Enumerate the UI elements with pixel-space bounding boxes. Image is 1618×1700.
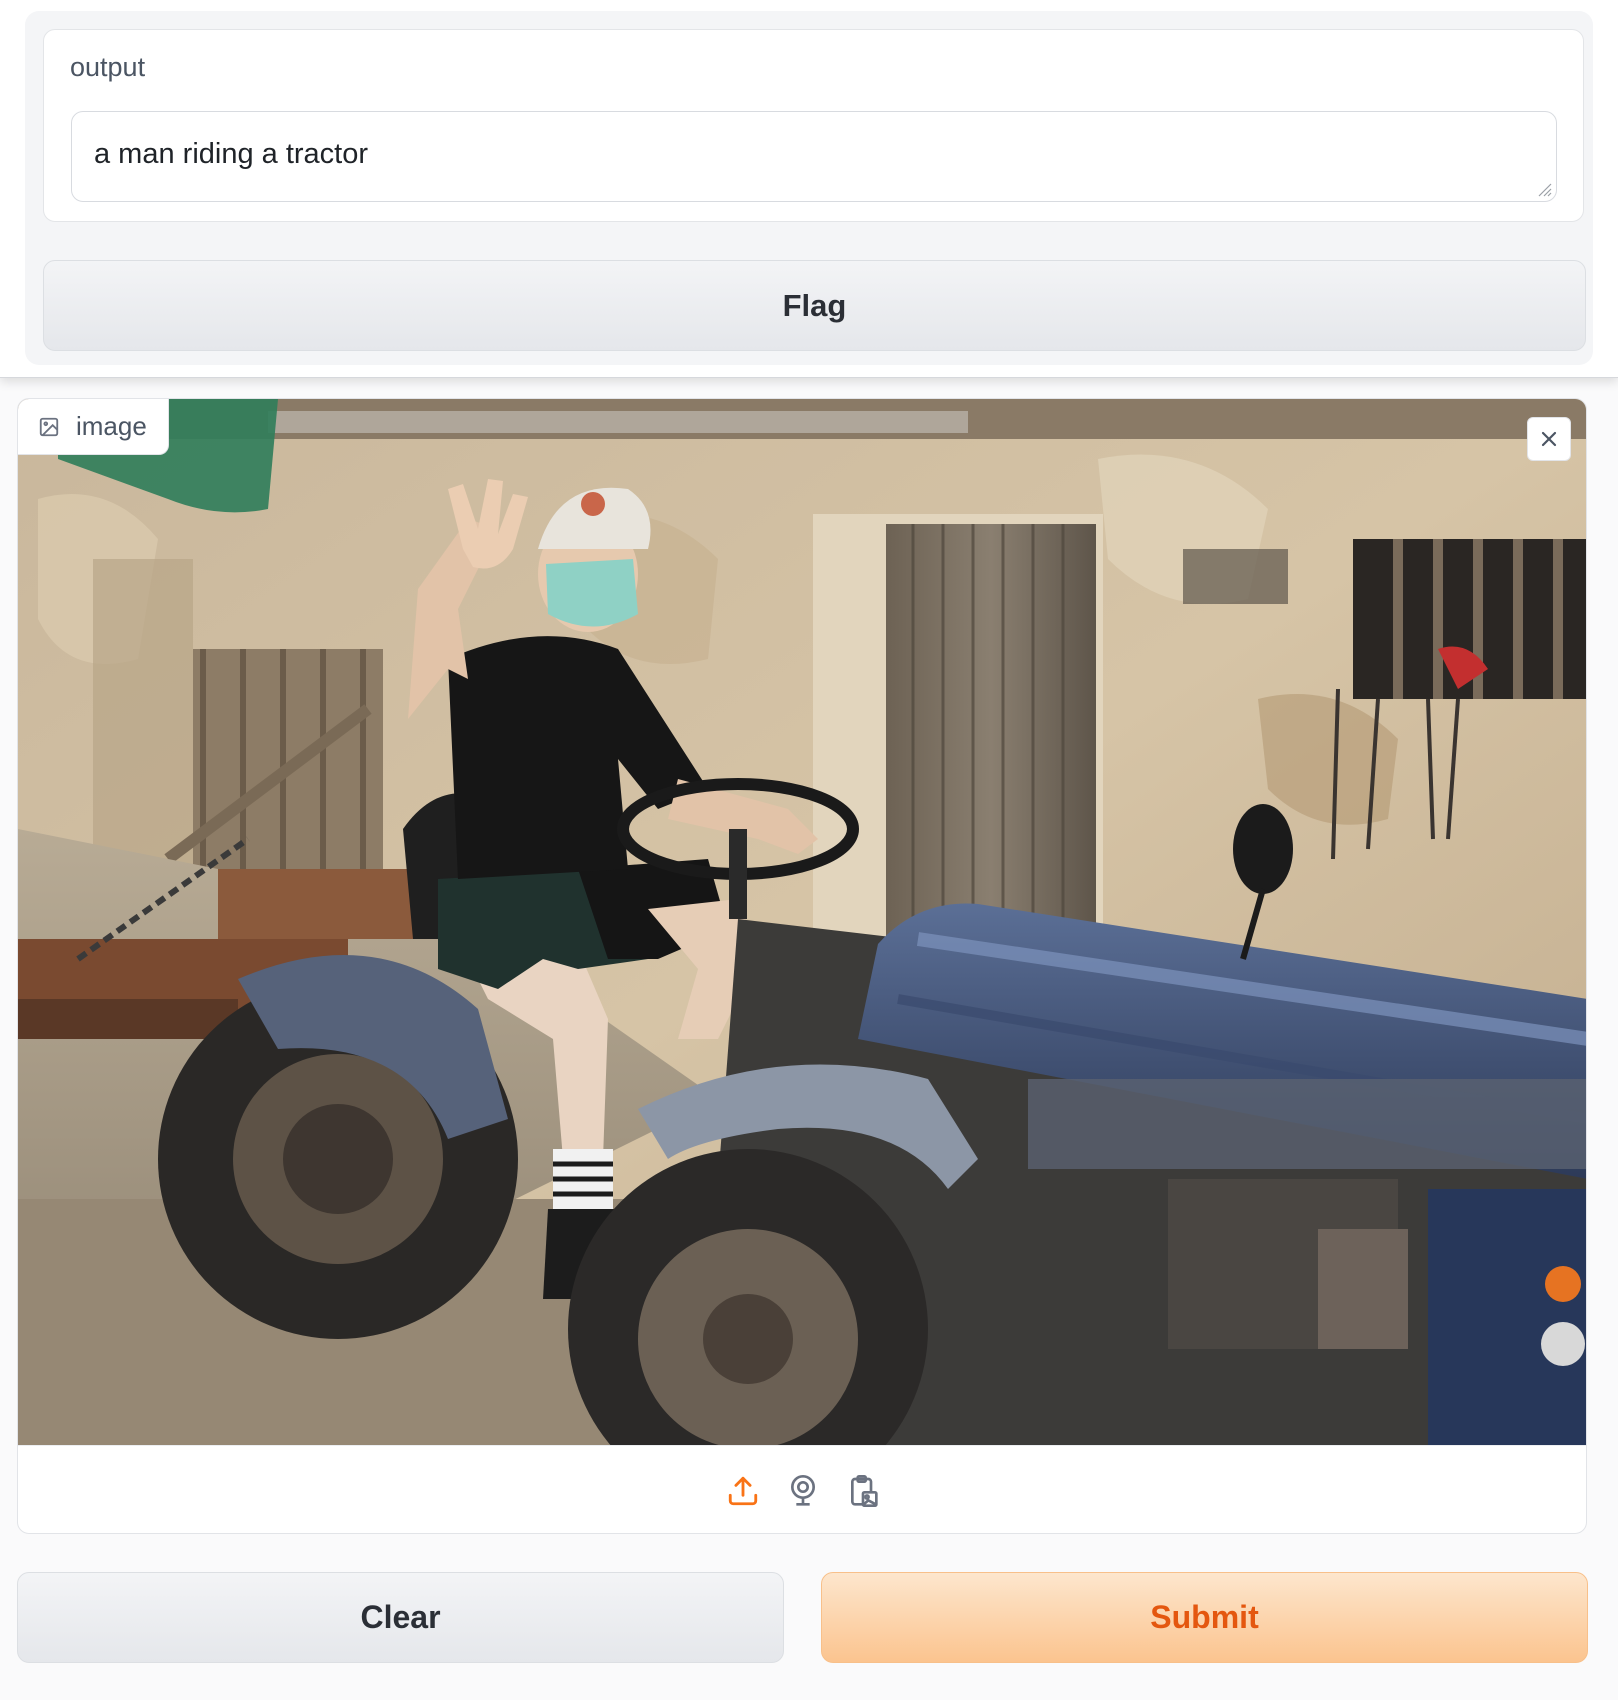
output-text: a man riding a tractor [94, 138, 369, 170]
image-label: image [76, 411, 147, 441]
clipboard-source-button[interactable] [846, 1472, 880, 1510]
uploaded-image: image [18, 399, 1586, 1445]
output-textbox[interactable]: a man riding a tractor [71, 111, 1557, 202]
image-input: image [17, 398, 1587, 1534]
webcam-source-button[interactable] [786, 1472, 820, 1510]
output-panel: output a man riding a tractor Flag [0, 0, 1618, 378]
image-label-badge: image [18, 399, 169, 455]
resize-handle-icon[interactable] [1536, 181, 1552, 197]
flag-button[interactable]: Flag [43, 260, 1586, 351]
clipboard-icon [851, 1475, 878, 1507]
clear-button[interactable]: Clear [17, 1572, 784, 1663]
webcam-icon [791, 1475, 815, 1506]
output-block: output a man riding a tractor [43, 29, 1584, 222]
submit-button[interactable]: Submit [821, 1572, 1588, 1663]
upload-source-button[interactable] [726, 1472, 760, 1510]
image-icon [39, 417, 59, 436]
tractor-photo [18, 399, 1586, 1445]
image-source-bar [18, 1445, 1586, 1533]
clear-image-button[interactable] [1527, 417, 1571, 461]
output-label: output [70, 52, 146, 82]
upload-icon [728, 1476, 758, 1506]
close-icon [1541, 431, 1557, 447]
